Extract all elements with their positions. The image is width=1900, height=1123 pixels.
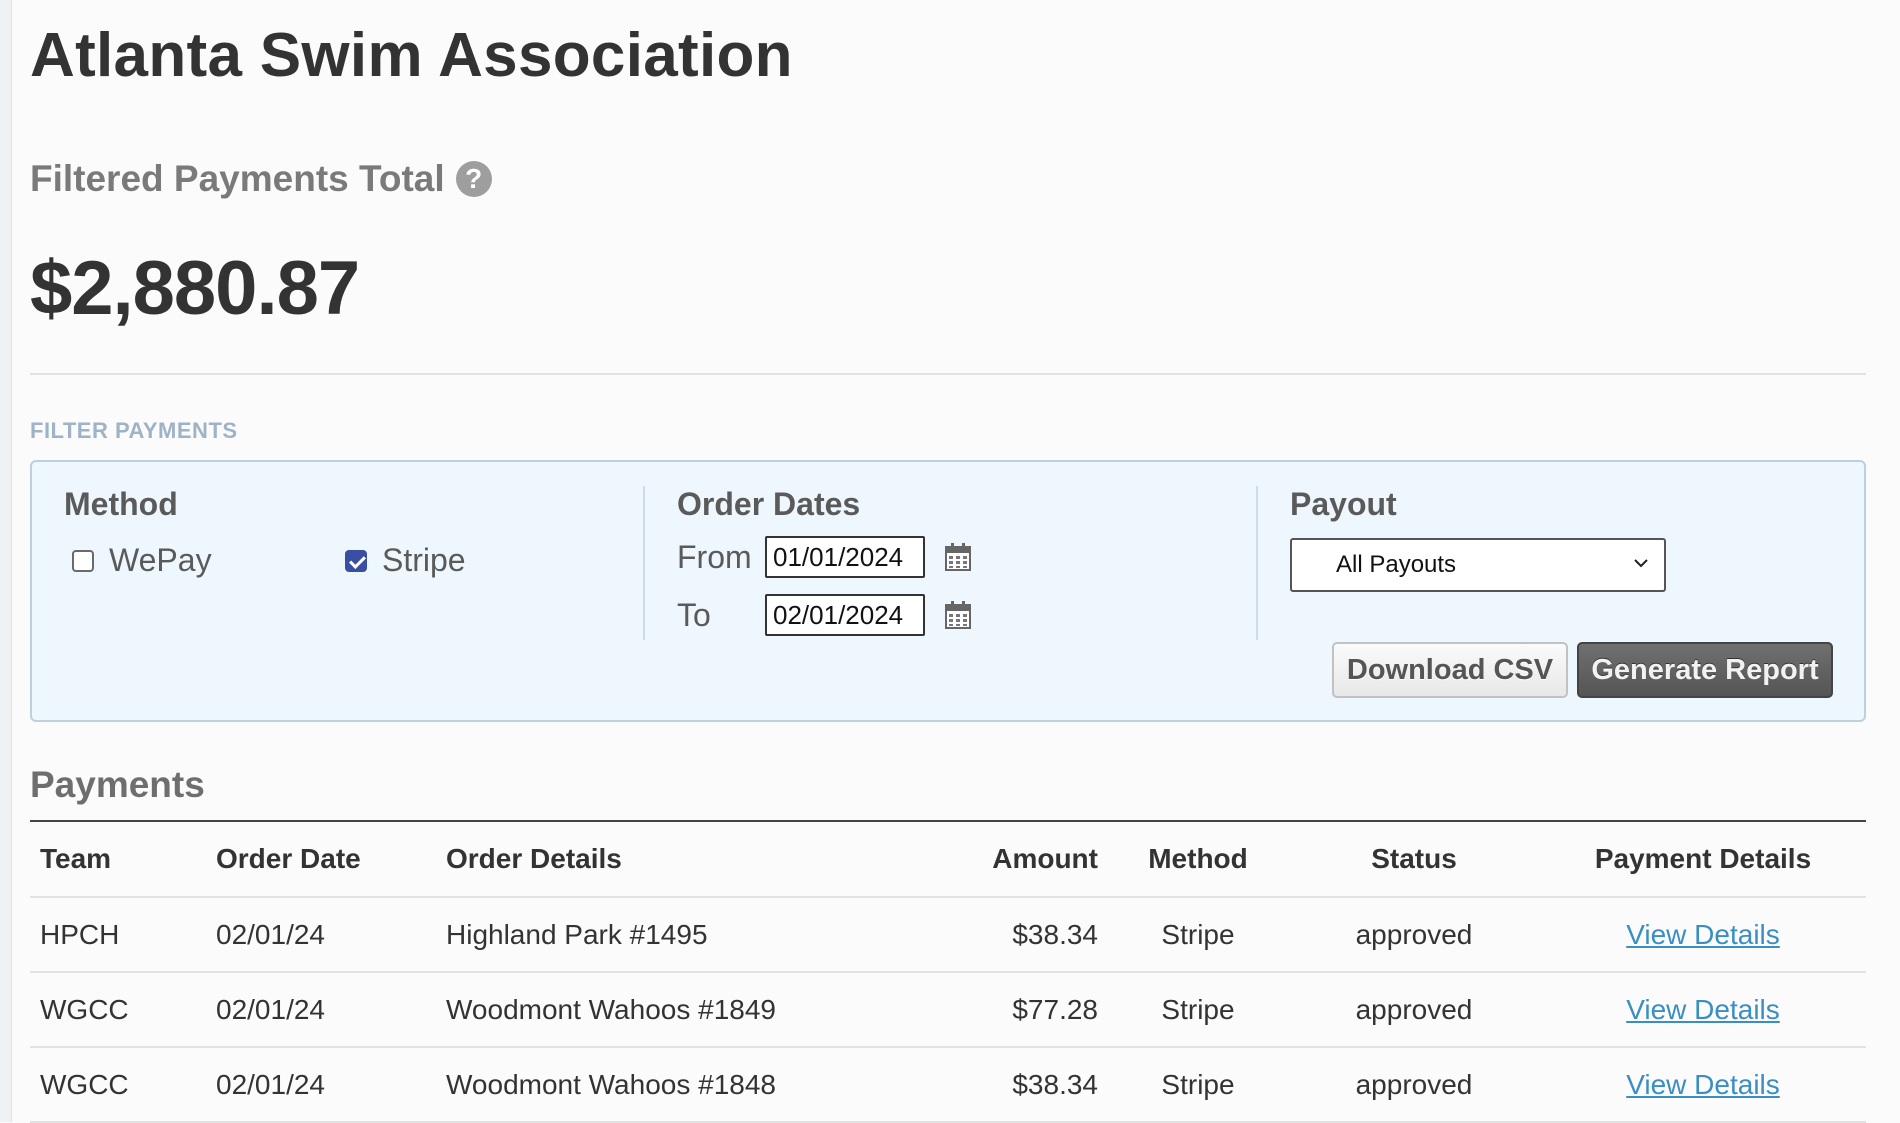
cell-order-details: Woodmont Wahoos #1848 bbox=[446, 1047, 946, 1123]
cell-method: Stripe bbox=[1108, 897, 1288, 973]
calendar-icon[interactable] bbox=[945, 601, 971, 629]
wepay-checkbox[interactable] bbox=[72, 549, 94, 572]
order-dates-filter: Order Dates From To bbox=[645, 462, 1257, 720]
cell-payment-details: View Details bbox=[1540, 1047, 1866, 1123]
stripe-label: Stripe bbox=[382, 542, 466, 578]
view-details-link[interactable]: View Details bbox=[1626, 919, 1780, 950]
method-filter: Method WePay Stripe bbox=[32, 462, 644, 720]
column-header-status: Status bbox=[1288, 822, 1540, 898]
cell-team: WGCC bbox=[30, 972, 216, 1048]
view-details-link[interactable]: View Details bbox=[1626, 994, 1780, 1025]
calendar-icon[interactable] bbox=[945, 543, 971, 571]
generate-report-button[interactable]: Generate Report bbox=[1577, 642, 1833, 698]
cell-team: WGCC bbox=[30, 1047, 216, 1123]
from-date-input[interactable] bbox=[765, 536, 925, 578]
cell-order-details: Woodmont Wahoos #1849 bbox=[446, 972, 946, 1048]
payments-heading: Payments bbox=[30, 764, 205, 805]
cell-order-date: 02/01/24 bbox=[216, 972, 446, 1048]
cell-payment-details: View Details bbox=[1540, 897, 1866, 973]
cell-status: approved bbox=[1288, 1047, 1540, 1123]
table-header-row: Team Order Date Order Details Amount Met… bbox=[30, 822, 1866, 898]
wepay-label: WePay bbox=[109, 542, 212, 578]
cell-team: HPCH bbox=[30, 897, 216, 973]
column-header-order-date: Order Date bbox=[216, 822, 446, 898]
cell-amount: $38.34 bbox=[946, 1047, 1108, 1123]
cell-method: Stripe bbox=[1108, 972, 1288, 1048]
download-csv-button[interactable]: Download CSV bbox=[1332, 642, 1568, 698]
cell-method: Stripe bbox=[1108, 1047, 1288, 1123]
stripe-option[interactable]: Stripe bbox=[345, 542, 466, 579]
filter-heading: FILTER PAYMENTS bbox=[30, 418, 238, 443]
total-amount: $2,880.87 bbox=[30, 246, 360, 331]
to-date-input[interactable] bbox=[765, 594, 925, 636]
payments-table: Team Order Date Order Details Amount Met… bbox=[30, 822, 1866, 1123]
stripe-checkbox[interactable] bbox=[345, 549, 367, 572]
order-dates-label: Order Dates bbox=[677, 486, 861, 522]
payout-label: Payout bbox=[1290, 486, 1397, 522]
cell-status: approved bbox=[1288, 972, 1540, 1048]
divider bbox=[30, 373, 1866, 375]
table-row: WGCC 02/01/24 Woodmont Wahoos #1848 $38.… bbox=[30, 1047, 1866, 1123]
table-row: WGCC 02/01/24 Woodmont Wahoos #1849 $77.… bbox=[30, 972, 1866, 1048]
method-label: Method bbox=[64, 486, 178, 522]
column-header-method: Method bbox=[1108, 822, 1288, 898]
view-details-link[interactable]: View Details bbox=[1626, 1069, 1780, 1100]
cell-order-date: 02/01/24 bbox=[216, 897, 446, 973]
column-header-team: Team bbox=[30, 822, 216, 898]
chevron-down-icon bbox=[1634, 559, 1648, 568]
column-header-order-details: Order Details bbox=[446, 822, 946, 898]
left-edge-border bbox=[0, 0, 12, 1122]
total-label-row: Filtered Payments Total ? bbox=[30, 158, 492, 200]
cell-payment-details: View Details bbox=[1540, 972, 1866, 1048]
cell-status: approved bbox=[1288, 897, 1540, 973]
payout-select[interactable]: All Payouts bbox=[1290, 538, 1666, 592]
column-header-amount: Amount bbox=[946, 822, 1108, 898]
cell-order-details: Highland Park #1495 bbox=[446, 897, 946, 973]
filter-panel: Method WePay Stripe Order Dates From 01/… bbox=[30, 460, 1866, 722]
total-label: Filtered Payments Total bbox=[30, 158, 445, 199]
cell-amount: $38.34 bbox=[946, 897, 1108, 973]
table-row: HPCH 02/01/24 Highland Park #1495 $38.34… bbox=[30, 897, 1866, 973]
to-date-row: To bbox=[677, 594, 971, 636]
help-icon[interactable]: ? bbox=[455, 161, 492, 197]
wepay-option[interactable]: WePay bbox=[72, 542, 212, 579]
payout-filter: Payout All Payouts Download CSV Generate… bbox=[1258, 462, 1864, 720]
cell-order-date: 02/01/24 bbox=[216, 1047, 446, 1123]
cell-amount: $77.28 bbox=[946, 972, 1108, 1048]
to-label: To bbox=[677, 596, 711, 633]
payout-selected-value: All Payouts bbox=[1336, 551, 1457, 578]
from-date-row: From bbox=[677, 536, 971, 578]
from-label: From bbox=[677, 538, 752, 575]
page-title: Atlanta Swim Association bbox=[30, 21, 793, 90]
column-header-payment-details: Payment Details bbox=[1540, 822, 1866, 898]
